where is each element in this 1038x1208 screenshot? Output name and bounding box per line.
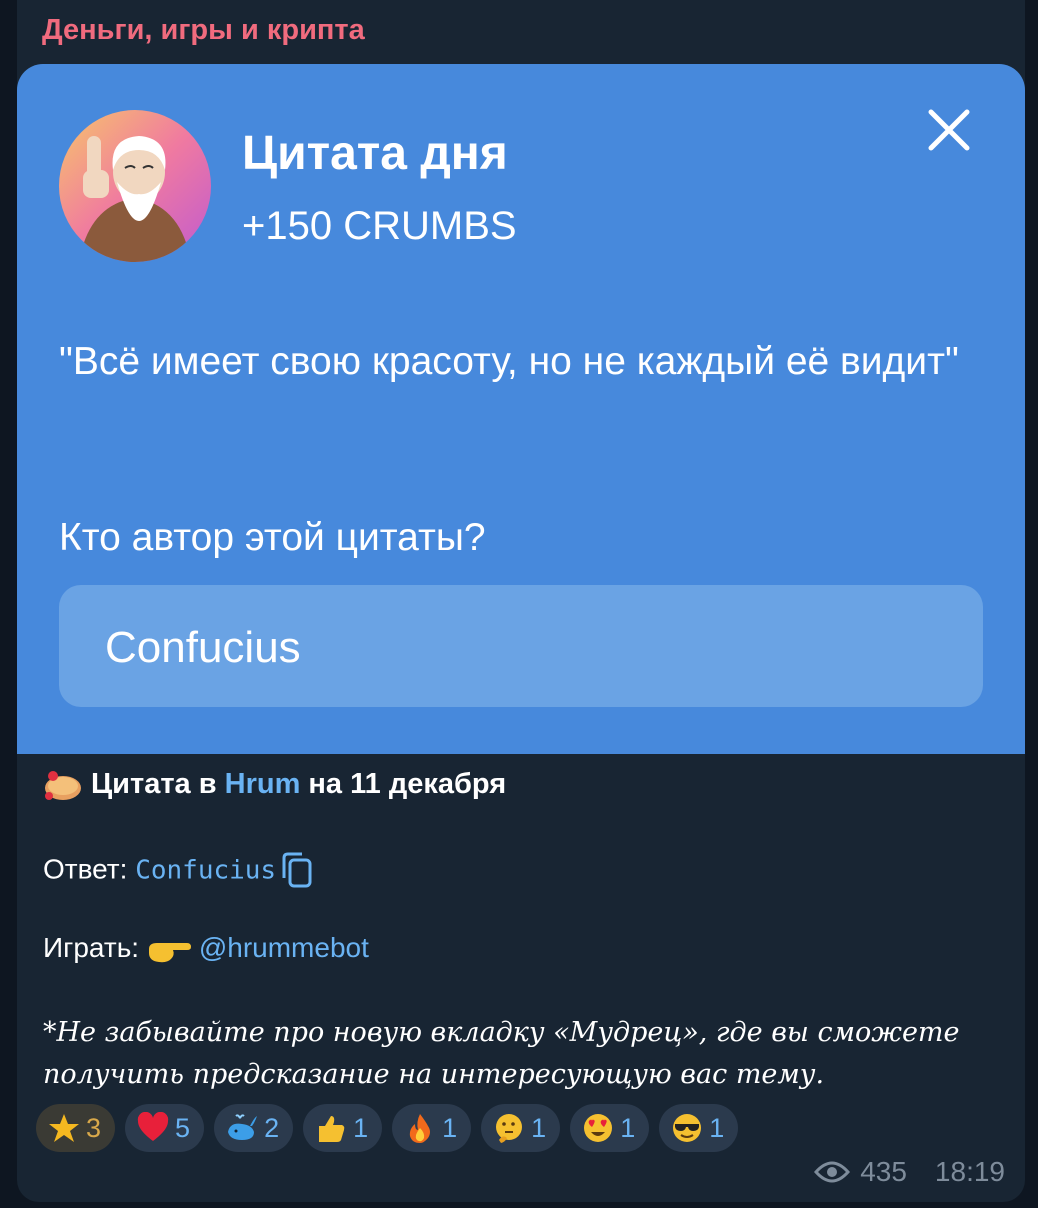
reaction-count: 5 (175, 1112, 191, 1143)
reaction-fire[interactable]: 1 (392, 1104, 472, 1152)
play-label: Играть: (43, 932, 147, 963)
quote-card[interactable]: Цитата дня +150 CRUMBS "Всё имеет свою к… (17, 64, 1025, 754)
answer-label: Ответ: (43, 853, 136, 885)
card-title: Цитата дня (242, 127, 508, 180)
reaction-count: 3 (86, 1112, 102, 1143)
reaction-heart[interactable]: 5 (125, 1104, 205, 1152)
play-line: Играть: @hrummebot (43, 932, 369, 965)
answer-field[interactable]: Confucius (59, 585, 983, 707)
answer-text: Confucius (105, 623, 301, 672)
reactions-bar: 3 5 2 1 1 1 1 1 (36, 1104, 739, 1152)
fire-icon (409, 1114, 431, 1143)
reaction-thumbs-up[interactable]: 1 (303, 1104, 383, 1152)
heart-eyes-icon (584, 1114, 613, 1142)
reaction-whale[interactable]: 2 (214, 1104, 294, 1152)
bot-link[interactable]: @hrummebot (199, 932, 369, 963)
reaction-count: 1 (353, 1112, 369, 1143)
sunglasses-face-icon (673, 1114, 702, 1142)
hrum-link[interactable]: Hrum (225, 768, 301, 800)
reaction-count: 1 (442, 1112, 458, 1143)
reaction-thinking[interactable]: 1 (481, 1104, 561, 1152)
reaction-heart-eyes[interactable]: 1 (570, 1104, 650, 1152)
card-reward: +150 CRUMBS (242, 204, 517, 248)
message-meta: 435 18:19 (814, 1156, 1005, 1188)
pointing-hand-icon (148, 942, 191, 962)
sage-avatar (59, 110, 211, 262)
reaction-sunglasses[interactable]: 1 (659, 1104, 739, 1152)
message-time: 18:19 (934, 1156, 1005, 1187)
reaction-count: 1 (531, 1112, 547, 1143)
post-heading: Цитата в Hrum на 11 декабря (43, 768, 506, 802)
question-text: Кто автор этой цитаты? (59, 516, 486, 559)
heading-suffix: на 11 декабря (300, 768, 507, 800)
view-count: 435 (860, 1156, 907, 1187)
eye-icon (814, 1161, 851, 1183)
answer-code[interactable]: Confucius (135, 855, 276, 885)
reaction-count: 2 (264, 1112, 280, 1143)
note-text: *Не забывайте про новую вкладку «Мудрец»… (43, 1017, 960, 1090)
channel-name[interactable]: Деньги, игры и крипта (42, 14, 365, 47)
copy-icon[interactable] (280, 852, 314, 890)
heart-icon (137, 1112, 169, 1141)
answer-line: Ответ: Confucius (43, 852, 314, 890)
reaction-count: 1 (709, 1112, 725, 1143)
reaction-count: 1 (620, 1112, 636, 1143)
whale-icon (228, 1114, 258, 1140)
reaction-star[interactable]: 3 (36, 1104, 116, 1152)
quote-text: "Всё имеет свою красоту, но не каждый её… (59, 340, 959, 383)
close-icon[interactable] (925, 106, 973, 154)
message-bubble: Деньги, игры и крипта Цитата дня +150 CR… (17, 0, 1025, 1202)
thumbs-up-icon (319, 1116, 345, 1142)
heading-prefix: Цитата в (91, 768, 225, 800)
thinking-face-icon (496, 1114, 523, 1143)
cookie-emoji-icon (45, 771, 81, 801)
star-icon (49, 1114, 79, 1142)
